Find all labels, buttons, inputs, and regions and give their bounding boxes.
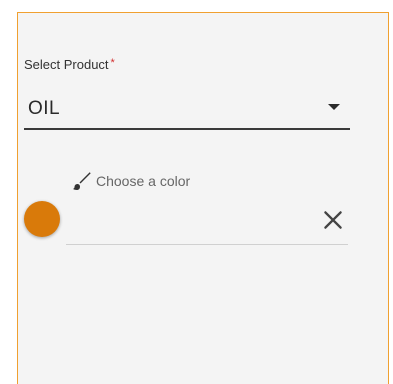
required-marker: * <box>110 57 115 69</box>
product-select[interactable]: OIL <box>24 88 350 130</box>
color-swatch[interactable] <box>24 201 60 237</box>
paint-brush-icon <box>73 172 91 190</box>
color-picker-label: Choose a color <box>70 170 190 192</box>
color-picker-label-text: Choose a color <box>96 173 191 189</box>
caret-down-icon[interactable] <box>328 104 340 110</box>
product-select-value: OIL <box>28 98 61 119</box>
product-select-label: Select Product * <box>24 57 115 72</box>
product-select-label-text: Select Product <box>24 57 109 72</box>
color-input[interactable] <box>66 204 348 245</box>
close-icon[interactable] <box>320 207 346 233</box>
